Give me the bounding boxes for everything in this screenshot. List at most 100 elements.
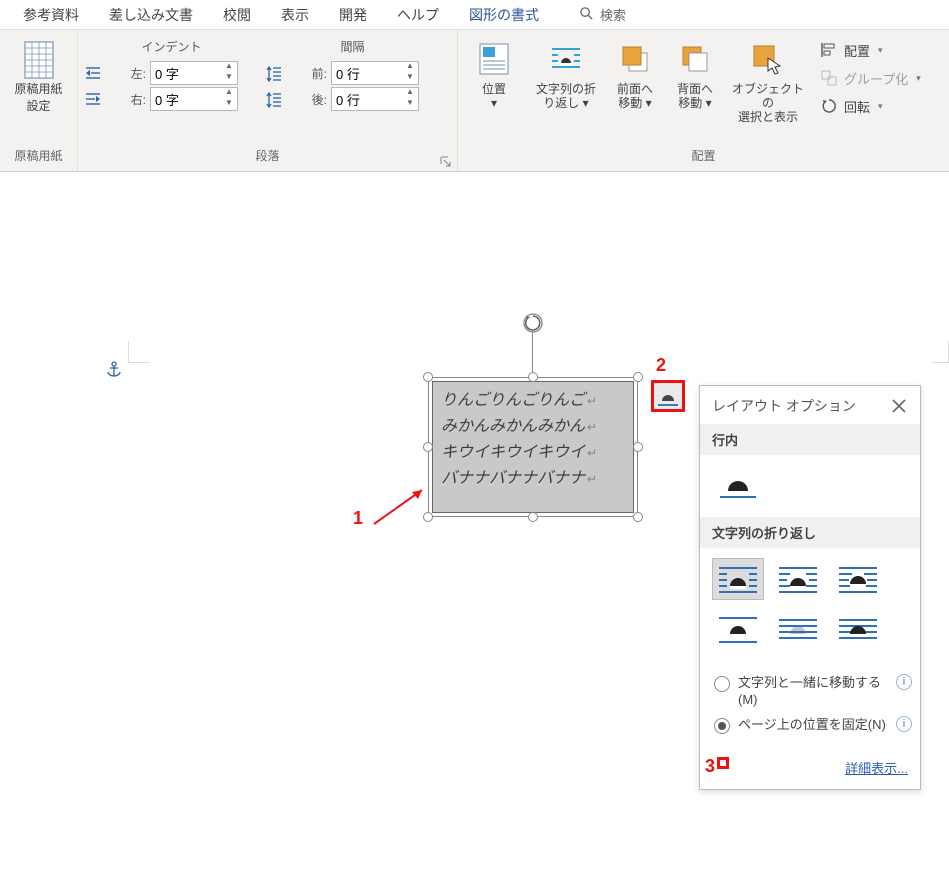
spinner-down[interactable]: ▼ [221, 99, 237, 110]
resize-handle-br[interactable] [633, 512, 643, 522]
chevron-down-icon: ▾ [491, 96, 497, 110]
annotation-3-box [717, 757, 729, 769]
wrap-option-tight[interactable] [772, 558, 824, 600]
annotation-1-arrow [370, 484, 430, 528]
resize-handle-b[interactable] [528, 512, 538, 522]
wrap-option-infront[interactable] [832, 608, 884, 650]
indent-left-icon [84, 64, 102, 82]
page-corner-mark [128, 341, 150, 363]
search-box[interactable]: 検索 [554, 5, 626, 24]
genkou-youshi-icon [21, 40, 57, 76]
position-button[interactable]: 位置▾ [464, 34, 524, 110]
info-icon[interactable]: i [896, 674, 912, 690]
send-backward-icon [668, 36, 722, 82]
wrap-text-icon [530, 36, 602, 82]
align-icon [820, 41, 838, 59]
wrap-option-behind[interactable] [772, 608, 824, 650]
resize-handle-tl[interactable] [423, 372, 433, 382]
indent-left-input[interactable] [151, 64, 221, 83]
indent-right-spinner[interactable]: ▲▼ [150, 87, 238, 111]
position-label: 位置 [482, 82, 506, 96]
group-icon [820, 69, 838, 87]
inline-section-title: 行内 [700, 424, 920, 455]
resize-handle-t[interactable] [528, 372, 538, 382]
tab-review[interactable]: 校閲 [208, 0, 266, 31]
wrap-option-topbottom[interactable] [712, 608, 764, 650]
wrap-option-through[interactable] [832, 558, 884, 600]
wrap-section-title: 文字列の折り返し [700, 517, 920, 548]
spinner-down[interactable]: ▼ [402, 99, 418, 110]
indent-right-label: 右: [106, 91, 146, 108]
radio-fix-label: ページ上の位置を固定(N) [738, 716, 888, 733]
spacing-before-spinner[interactable]: ▲▼ [331, 61, 419, 85]
tab-help[interactable]: ヘルプ [382, 0, 454, 31]
radio-move-label: 文字列と一緒に移動する(M) [738, 674, 888, 708]
anchor-icon[interactable] [105, 361, 123, 379]
tab-view[interactable]: 表示 [266, 0, 324, 31]
selection-border [428, 377, 638, 517]
radio-icon [714, 718, 730, 734]
spacing-after-icon [265, 90, 283, 108]
selection-pane-button[interactable]: オブジェクトの 選択と表示 [728, 34, 808, 124]
tab-mailmerge[interactable]: 差し込み文書 [94, 0, 208, 31]
indent-heading: インデント [84, 36, 259, 59]
rotate-button[interactable]: 回転 ▾ [814, 92, 927, 120]
resize-handle-r[interactable] [633, 442, 643, 452]
rotate-stem [532, 332, 533, 372]
indent-right-input[interactable] [151, 90, 221, 109]
rotate-handle[interactable] [522, 312, 544, 334]
info-icon[interactable]: i [896, 716, 912, 732]
spacing-before-input[interactable] [332, 64, 402, 83]
spinner-down[interactable]: ▼ [402, 73, 418, 84]
chevron-down-icon: ▾ [706, 96, 712, 110]
genkou-youshi-label: 原稿用紙 設定 [12, 80, 66, 114]
spacing-heading: 間隔 [265, 36, 440, 59]
rotate-icon [820, 97, 838, 115]
group-label-genkou: 原稿用紙 [0, 147, 77, 171]
wrap-option-inline[interactable] [712, 465, 764, 507]
tab-shape-format[interactable]: 図形の書式 [454, 0, 554, 31]
search-label: 検索 [600, 5, 626, 24]
wrap-option-square[interactable] [712, 558, 764, 600]
chevron-down-icon: ▾ [878, 101, 883, 112]
bring-forward-button[interactable]: 前面へ 移動 ▾ [608, 34, 662, 110]
close-icon[interactable] [890, 397, 908, 415]
annotation-2-label: 2 [656, 355, 666, 376]
resize-handle-tr[interactable] [633, 372, 643, 382]
chevron-down-icon: ▾ [646, 96, 652, 110]
spinner-down[interactable]: ▼ [221, 73, 237, 84]
rotate-label: 回転 [844, 97, 870, 116]
document-area[interactable]: りんごりんごりんご みかんみかんみかん キウイキウイキウイ バナナバナナバナナ … [0, 172, 949, 896]
group-objects-button: グループ化▾ [814, 64, 927, 92]
textbox-shape[interactable]: りんごりんごりんご みかんみかんみかん キウイキウイキウイ バナナバナナバナナ [428, 377, 638, 517]
group-label-paragraph: 段落 [255, 149, 279, 163]
indent-right-icon [84, 90, 102, 108]
send-backward-button[interactable]: 背面へ 移動 ▾ [668, 34, 722, 110]
spacing-after-input[interactable] [332, 90, 402, 109]
selection-pane-label: オブジェクトの 選択と表示 [732, 82, 804, 124]
indent-left-label: 左: [106, 65, 146, 82]
tab-developer[interactable]: 開発 [324, 0, 382, 31]
ribbon-tabs: 参考資料 差し込み文書 校閲 表示 開発 ヘルプ 図形の書式 検索 [0, 0, 949, 30]
align-button[interactable]: 配置▾ [814, 36, 927, 64]
selection-pane-icon [728, 36, 808, 82]
search-icon [579, 6, 594, 24]
chevron-down-icon: ▾ [916, 73, 921, 84]
resize-handle-l[interactable] [423, 442, 433, 452]
genkou-youshi-button[interactable]: 原稿用紙 設定 [12, 36, 66, 114]
group-label-arrange: 配置 [458, 147, 949, 171]
layout-options-panel: レイアウト オプション 行内 文字列の折り返し [699, 385, 921, 790]
radio-move-with-text[interactable]: 文字列と一緒に移動する(M) i [714, 670, 912, 712]
layout-more-link[interactable]: 詳細表示... [845, 761, 908, 776]
tab-reference[interactable]: 参考資料 [8, 0, 94, 31]
radio-fix-on-page[interactable]: ページ上の位置を固定(N) i [714, 712, 912, 738]
layout-options-toggle[interactable] [651, 380, 685, 412]
position-icon [464, 36, 524, 82]
chevron-down-icon: ▾ [583, 96, 589, 110]
wrap-text-button[interactable]: 文字列の折 り返し ▾ [530, 34, 602, 110]
ribbon-body: 原稿用紙 設定 原稿用紙 インデント 左: ▲▼ [0, 30, 949, 172]
annotation-3-label: 3 [705, 756, 715, 777]
spacing-after-spinner[interactable]: ▲▼ [331, 87, 419, 111]
indent-left-spinner[interactable]: ▲▼ [150, 61, 238, 85]
paragraph-dialog-launcher[interactable] [439, 155, 453, 169]
